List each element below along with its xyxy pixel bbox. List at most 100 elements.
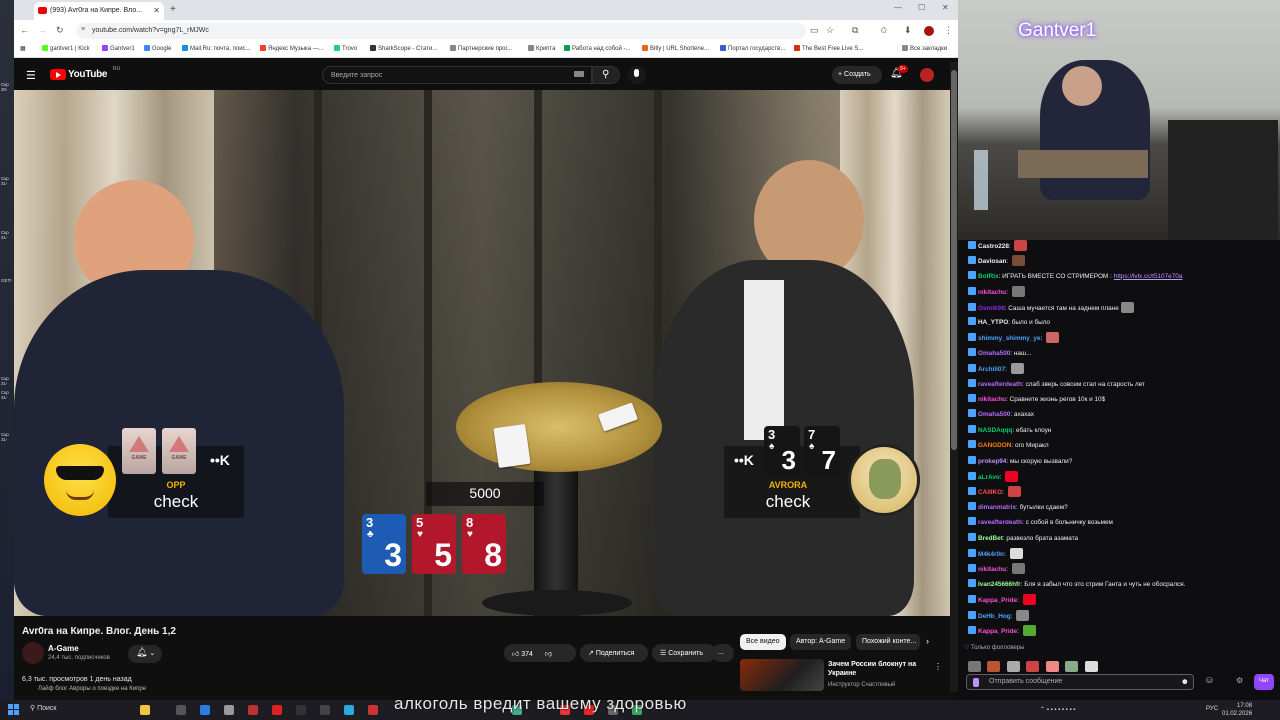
star-icon[interactable]: ☆ — [826, 25, 834, 36]
channel-avatar[interactable] — [22, 642, 44, 664]
cast-icon[interactable]: ▭ — [810, 25, 819, 36]
chat-username[interactable]: raveafterdeath — [978, 519, 1022, 526]
save-button[interactable]: ☰ Сохранить — [652, 644, 716, 662]
chat-input[interactable]: Отправить сообщение ☻ — [966, 674, 1194, 690]
chat-emote-icon[interactable] — [1014, 240, 1028, 251]
bookmark-item[interactable]: Bitly | URL Shortene... — [642, 45, 709, 52]
emote-icon[interactable] — [987, 661, 1001, 672]
chat-username[interactable]: NASDAqqq — [978, 427, 1012, 434]
chat-username[interactable]: Kappa_Pride — [978, 628, 1017, 635]
chat-username[interactable]: Castro228 — [978, 243, 1009, 250]
language-indicator[interactable]: РУС — [1206, 706, 1218, 712]
chat-emote-icon[interactable] — [1011, 563, 1025, 575]
chat-username[interactable]: nikitachu — [978, 289, 1006, 296]
chat-username[interactable]: BotRix — [978, 273, 999, 280]
chat-emote-icon[interactable] — [1046, 332, 1060, 344]
taskbar-app-icon[interactable] — [368, 705, 378, 715]
chat-username[interactable]: Archili07 — [978, 366, 1005, 373]
recommended-thumbnail[interactable] — [740, 659, 824, 691]
taskbar-clock[interactable]: 17:08 01.02.2026 — [1222, 702, 1252, 718]
chat-emote-icon[interactable] — [1007, 486, 1021, 498]
chat-link[interactable]: https://lvlx.cc/t5107e70a — [1114, 273, 1183, 280]
share-button[interactable]: ↗ Поделиться — [580, 644, 648, 662]
emote-icon[interactable] — [1026, 661, 1040, 672]
chat-username[interactable]: DeHb_Hog — [978, 613, 1011, 620]
recommended-title[interactable]: Зачем России блокнут на Украине — [828, 660, 938, 678]
chat-emote-icon[interactable] — [1022, 594, 1036, 606]
taskbar-app-icon[interactable] — [344, 705, 354, 715]
chat-badge-icon[interactable] — [968, 578, 976, 587]
taskbar-app-icon[interactable] — [248, 705, 258, 715]
chat-username[interactable]: GANGDON — [978, 442, 1011, 449]
chip-author[interactable]: Автор: A-Game — [790, 634, 852, 650]
bookmark-item[interactable]: Google — [144, 45, 171, 52]
chat-emote-icon[interactable] — [1009, 548, 1023, 559]
chat-badge-icon[interactable] — [968, 241, 976, 249]
desktop-icon-label[interactable]: Скр 30- — [1, 82, 14, 92]
browser-tab[interactable]: (993) Avr0ra на Кипре. Вло... ✕ — [34, 2, 164, 20]
chat-username[interactable]: Daviosan — [978, 258, 1006, 265]
desktop-icon-label[interactable]: Скр 31- — [1, 176, 14, 186]
desktop-icon-label[interactable]: Скр 31- — [1, 230, 14, 240]
youtube-logo-icon[interactable] — [50, 69, 66, 80]
account-avatar[interactable] — [920, 68, 934, 82]
recommended-more-icon[interactable]: ⋮ — [934, 662, 942, 671]
task-view-icon[interactable] — [176, 705, 186, 715]
desktop-icon-label[interactable]: GETI — [1, 278, 14, 283]
chat-emote-icon[interactable] — [1022, 625, 1036, 636]
chat-badge-icon[interactable] — [968, 455, 976, 464]
subscription-bell-button[interactable]: 🔔︎ ⌄ — [128, 645, 162, 663]
chat-username[interactable]: shimmy_shimmy_ye — [978, 335, 1041, 342]
chat-badge-icon[interactable] — [968, 256, 976, 265]
desktop-icon-label[interactable]: Скр 31- — [1, 432, 14, 442]
emote-icon[interactable] — [1006, 661, 1020, 672]
taskbar-app-icon[interactable] — [200, 705, 210, 715]
chat-username[interactable]: aLrAvo — [978, 474, 1000, 481]
dislike-button[interactable]: 👎︎ — [545, 651, 552, 658]
chat-badge-icon[interactable] — [968, 378, 976, 387]
bookmark-item[interactable]: Партнерские прог... — [450, 45, 512, 52]
points-icon[interactable]: ⛁ — [1206, 676, 1213, 685]
emote-icon[interactable] — [1084, 661, 1098, 672]
chat-badge-icon[interactable] — [968, 549, 976, 557]
chat-badge-icon[interactable] — [968, 302, 976, 311]
emote-icon[interactable] — [968, 661, 981, 672]
chat-emote-icon[interactable] — [1011, 255, 1025, 267]
bookmark-item[interactable]: Яндекс Музыка —... — [260, 45, 324, 52]
taskbar-app-icon[interactable] — [272, 705, 282, 715]
scrollbar-thumb[interactable] — [951, 70, 957, 450]
chat-badge-icon[interactable] — [968, 501, 976, 510]
downloads-icon[interactable]: ⬇ — [904, 25, 912, 36]
video-views-line[interactable]: 6,3 тыс. просмотров 1 день назад — [22, 676, 132, 683]
bookmark-item[interactable]: gantver1 | Kick — [42, 45, 90, 52]
bookmark-item[interactable]: Mail.Ru: почта, поис... — [182, 45, 251, 52]
voice-search-button[interactable] — [628, 66, 646, 84]
taskbar-search[interactable]: ⚲ Поиск — [30, 704, 56, 712]
chat-emote-icon[interactable] — [1005, 471, 1019, 482]
chip-all-videos[interactable]: Все видео — [740, 634, 786, 650]
chat-badge-icon[interactable] — [968, 317, 976, 325]
extensions-icon[interactable]: ⧉ — [852, 25, 858, 36]
bookmark-item[interactable]: Работа над собой -... — [564, 45, 630, 52]
chat-badge-icon[interactable] — [968, 364, 976, 373]
chevron-right-icon[interactable]: › — [926, 636, 929, 646]
settings-gear-icon[interactable]: ⚙ — [1236, 676, 1243, 685]
video-description[interactable]: Лайф блог Авроры о поездке на Кипре — [38, 686, 146, 692]
hamburger-menu-icon[interactable]: ☰ — [26, 69, 36, 82]
bookmark-item[interactable]: Портал государств... — [720, 45, 785, 52]
profile-avatar[interactable] — [924, 26, 934, 36]
bookmark-item[interactable]: Все закладки — [902, 45, 947, 52]
forward-icon[interactable]: → — [38, 25, 47, 35]
chat-username[interactable]: BredBet — [978, 535, 1003, 542]
chat-username[interactable]: Kappa_Pride — [978, 597, 1017, 604]
chat-badge-icon[interactable] — [968, 472, 976, 480]
youtube-wordmark[interactable]: YouTube — [68, 69, 108, 80]
bookmark-item[interactable]: Крипта — [528, 45, 555, 52]
chat-emote-icon[interactable] — [1010, 363, 1024, 375]
chat-badge-icon[interactable] — [968, 333, 976, 342]
chat-badge-icon[interactable] — [968, 409, 976, 418]
chat-badge-icon[interactable] — [968, 487, 976, 496]
chat-username[interactable]: prokep94 — [978, 458, 1006, 465]
more-actions-button[interactable]: ... — [712, 644, 734, 662]
channel-name[interactable]: A-Game — [48, 644, 79, 653]
